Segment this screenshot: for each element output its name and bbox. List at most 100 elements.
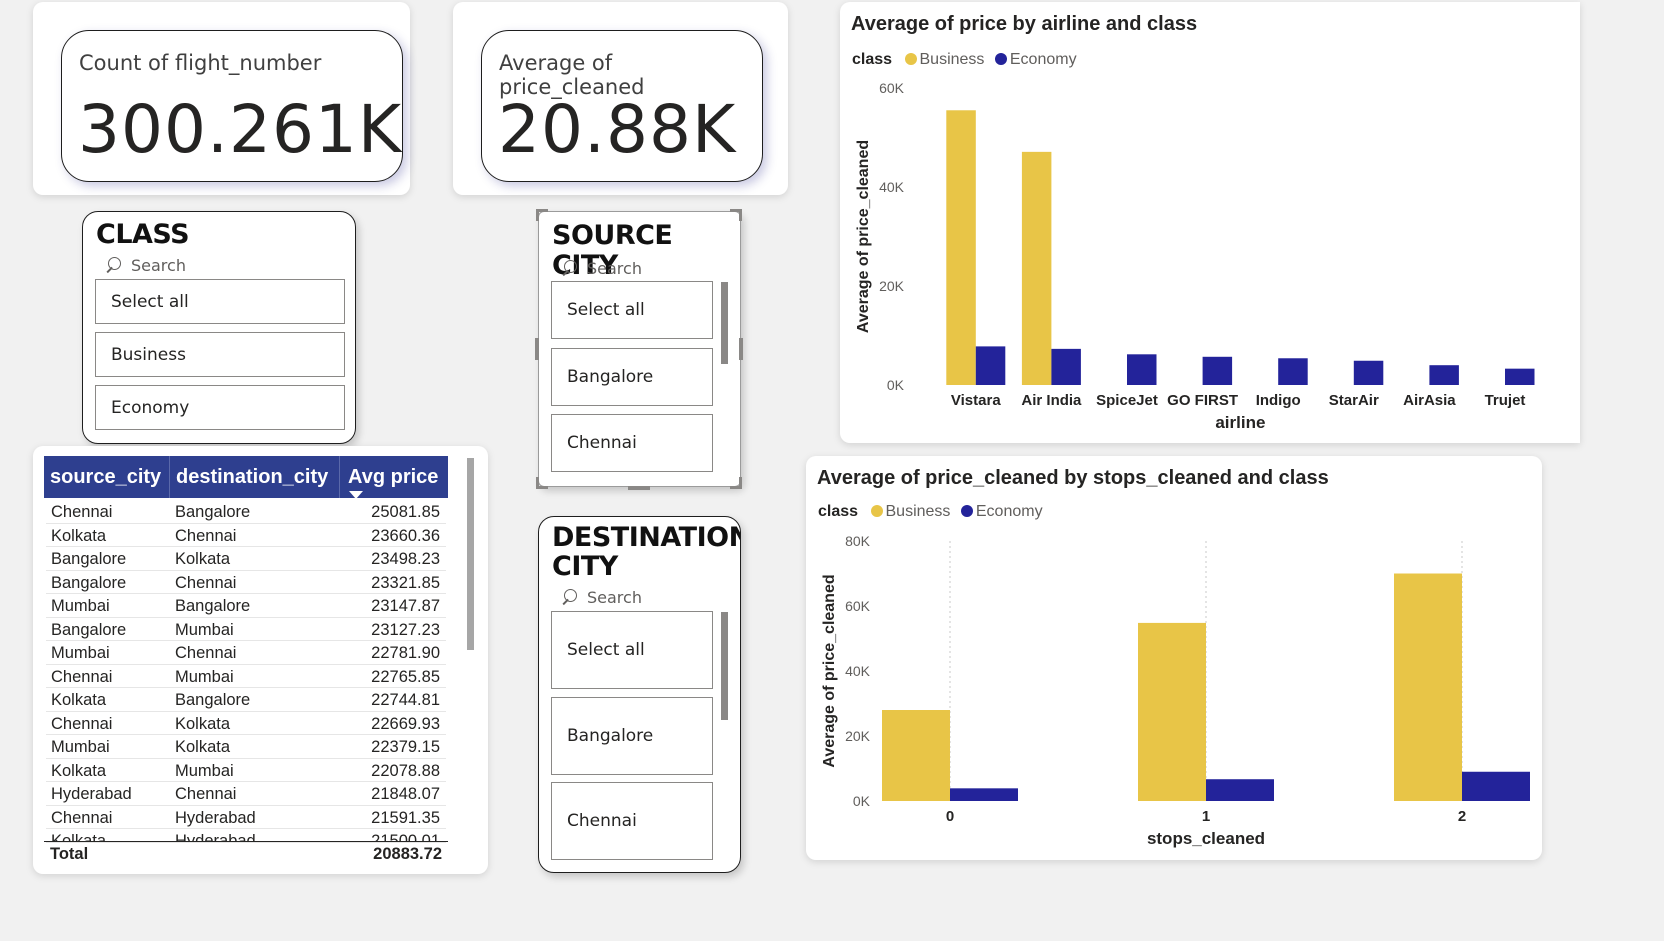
source-city-slicer[interactable]: SOURCE CITY Search Select all Bangalore … xyxy=(538,211,741,487)
table-row[interactable]: Kolkata Chennai 23660.36 xyxy=(46,524,446,547)
bar-economy-spicejet xyxy=(1127,354,1157,385)
cell-avg-price: 22765.85 xyxy=(371,667,440,686)
slicer-item-label: Business xyxy=(111,344,186,365)
total-value: 20883.72 xyxy=(373,845,442,863)
slicer-item-label: Chennai xyxy=(567,811,637,831)
resize-handle[interactable] xyxy=(739,209,742,221)
search-placeholder: Search xyxy=(587,588,642,607)
table-header-avg-price[interactable]: Avg price xyxy=(339,456,448,499)
search-placeholder: Search xyxy=(131,256,186,275)
cell-destination-city: Mumbai xyxy=(175,667,234,686)
x-tick-label: GO FIRST xyxy=(1167,392,1238,409)
slicer-item-select-all[interactable]: Select all xyxy=(95,279,345,324)
slicer-item-economy[interactable]: Economy xyxy=(95,385,345,430)
x-tick-label: 0 xyxy=(946,808,954,825)
cell-source-city: Bangalore xyxy=(51,550,127,568)
resize-handle[interactable] xyxy=(536,477,539,489)
chart-plot-area: 0K 20K 40K 60K 80K Average of price_cleaned 0 1… xyxy=(821,533,1530,848)
cell-avg-price: 22744.81 xyxy=(371,691,440,709)
table-row[interactable]: Kolkata Bangalore 22744.81 xyxy=(46,688,446,712)
x-tick-label: Air India xyxy=(1021,392,1082,409)
cell-destination-city: Chennai xyxy=(175,526,237,545)
resize-handle[interactable] xyxy=(535,338,539,360)
slicer-item-bangalore[interactable]: Bangalore xyxy=(551,348,713,406)
slicer-item-business[interactable]: Business xyxy=(95,332,345,377)
chart-legend[interactable]: class Business Economy xyxy=(818,503,1043,521)
cell-destination-city: Hyderabad xyxy=(175,832,256,843)
table-row[interactable]: Kolkata Hyderabad 21500.01 xyxy=(46,829,446,843)
table-row[interactable]: Mumbai Kolkata 22379.15 xyxy=(46,735,446,759)
resize-handle[interactable] xyxy=(739,477,742,489)
legend-title: class xyxy=(818,503,859,520)
slicer-item-bangalore[interactable]: Bangalore xyxy=(551,697,713,775)
legend-marker-economy xyxy=(960,505,973,517)
slicer-item-chennai[interactable]: Chennai xyxy=(551,782,713,860)
legend-item-business: Business xyxy=(919,51,985,68)
resize-handle[interactable] xyxy=(536,209,539,221)
slicer-item-select-all[interactable]: Select all xyxy=(551,611,713,689)
table-total-row: Total 20883.72 xyxy=(44,841,448,867)
slicer-scrollbar[interactable] xyxy=(721,282,728,364)
destination-city-slicer[interactable]: DESTINATION CITY Search Select all Banga… xyxy=(538,516,741,873)
table-row[interactable]: Bangalore Chennai 23321.85 xyxy=(46,571,446,594)
x-axis-title: stops_cleaned xyxy=(1147,829,1265,848)
legend-item-business: Business xyxy=(885,503,951,520)
table-row[interactable]: Chennai Hyderabad 21591.35 xyxy=(46,806,446,829)
legend-marker-business xyxy=(904,53,917,65)
bar-economy-vistara xyxy=(975,346,1006,385)
slicer-search[interactable]: Search xyxy=(561,259,642,278)
cell-destination-city: Bangalore xyxy=(175,597,251,615)
table-row[interactable]: Chennai Mumbai 22765.85 xyxy=(46,665,446,688)
bar-business-2 xyxy=(1394,573,1462,801)
y-axis-title: Average of price_cleaned xyxy=(855,140,872,333)
cell-source-city: Chennai xyxy=(51,714,113,733)
cell-source-city: Kolkata xyxy=(51,691,107,709)
slicer-item-label: Bangalore xyxy=(567,726,654,746)
bar-economy-2 xyxy=(1462,771,1530,801)
table-row[interactable]: Chennai Bangalore 25081.85 xyxy=(46,500,446,524)
resize-handle[interactable] xyxy=(739,338,743,360)
chart-legend[interactable]: class Business Economy xyxy=(852,51,1077,69)
table-row[interactable]: Kolkata Mumbai 22078.88 xyxy=(46,759,446,782)
slicer-item-label: Economy xyxy=(111,397,190,418)
slicer-item-chennai[interactable]: Chennai xyxy=(551,414,713,472)
cell-avg-price: 23498.23 xyxy=(371,550,440,568)
stops-class-chart: Average of price_cleaned by stops_cleane… xyxy=(806,456,1542,860)
cell-destination-city: Chennai xyxy=(175,573,237,592)
kpi-value: 20.88K xyxy=(498,91,737,168)
table-row[interactable]: Mumbai Bangalore 23147.87 xyxy=(46,594,446,618)
cell-destination-city: Bangalore xyxy=(175,691,251,709)
cell-source-city: Chennai xyxy=(51,667,113,686)
y-tick-label: 80K xyxy=(845,533,871,549)
table-header-destination-city[interactable]: destination_city xyxy=(169,456,339,498)
cell-avg-price: 21591.35 xyxy=(371,808,440,827)
slicer-item-select-all[interactable]: Select all xyxy=(551,281,713,339)
table-row[interactable]: Chennai Kolkata 22669.93 xyxy=(46,712,446,735)
table-row[interactable]: Mumbai Chennai 22781.90 xyxy=(46,641,446,665)
table-row[interactable]: Hyderabad Chennai 21848.07 xyxy=(46,782,446,806)
cell-avg-price: 23660.36 xyxy=(371,526,440,545)
class-slicer[interactable]: CLASS Search Select all Business Economy xyxy=(82,211,356,444)
cell-source-city: Chennai xyxy=(51,808,113,827)
table-scrollbar[interactable] xyxy=(467,458,474,650)
legend-marker-business xyxy=(870,505,883,517)
table-row[interactable]: Bangalore Kolkata 23498.23 xyxy=(46,547,446,571)
cell-destination-city: Mumbai xyxy=(175,620,234,639)
cell-destination-city: Mumbai xyxy=(175,761,234,780)
chart-title: Average of price_cleaned by stops_cleane… xyxy=(817,467,1329,489)
slicer-item-label: Select all xyxy=(111,291,189,312)
y-axis-title: Average of price_cleaned xyxy=(821,574,838,767)
x-tick-label: 1 xyxy=(1202,808,1210,825)
cell-source-city: Chennai xyxy=(51,503,113,521)
slicer-scrollbar[interactable] xyxy=(721,612,728,720)
slicer-search[interactable]: Search xyxy=(561,588,642,607)
slicer-search[interactable]: Search xyxy=(105,256,186,275)
x-tick-label: StarAir xyxy=(1329,392,1379,409)
resize-handle[interactable] xyxy=(628,486,650,490)
cell-avg-price: 23321.85 xyxy=(371,573,440,592)
cell-avg-price: 22669.93 xyxy=(371,714,440,733)
table-header-source-city[interactable]: source_city xyxy=(44,456,169,498)
y-tick-label: 40K xyxy=(879,179,905,195)
table-row[interactable]: Bangalore Mumbai 23127.23 xyxy=(46,618,446,641)
slicer-item-label: Bangalore xyxy=(567,367,654,387)
